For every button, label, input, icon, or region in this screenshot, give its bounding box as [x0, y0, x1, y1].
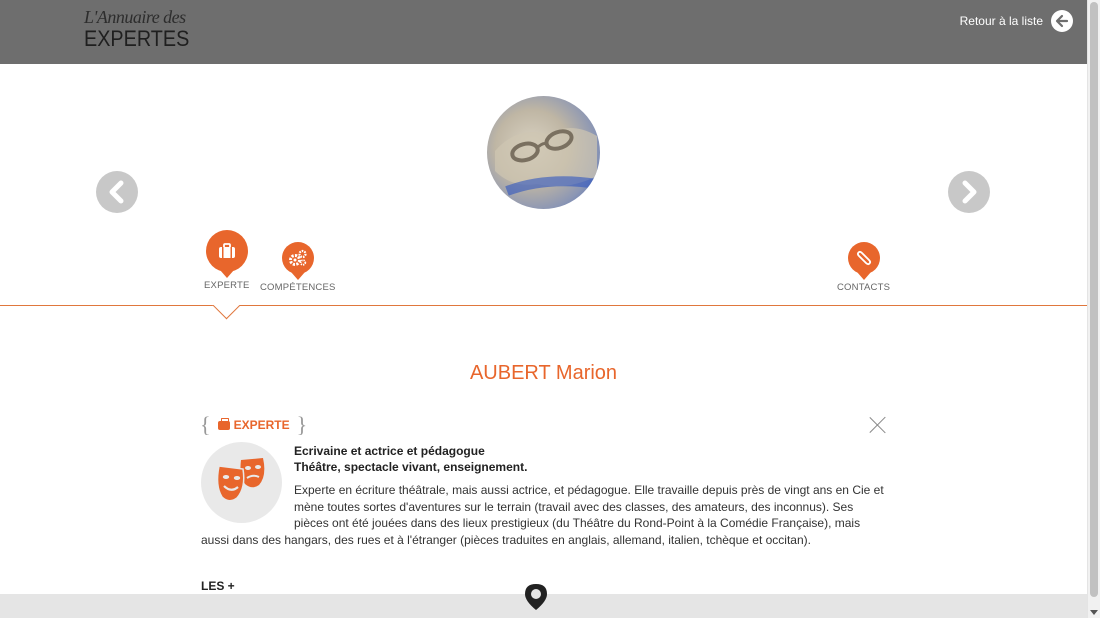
brace-left: { — [200, 412, 211, 437]
tab-experte[interactable]: EXPERTE — [204, 230, 250, 291]
tabs-divider — [0, 305, 1087, 306]
profile-photo — [487, 96, 600, 209]
tab-competences[interactable]: COMPÉTENCES — [260, 242, 336, 293]
previous-expert-button[interactable] — [96, 171, 138, 213]
les-plus-heading: LES + — [201, 579, 235, 593]
logo-line2: EXPERTES — [84, 26, 190, 51]
expert-description: Experte en écriture théâtrale, mais auss… — [201, 482, 887, 548]
next-expert-button[interactable] — [948, 171, 990, 213]
logo-line1: L'Annuaire des — [84, 7, 186, 27]
back-to-list-label: Retour à la liste — [959, 14, 1043, 28]
tab-contacts-label: CONTACTS — [837, 282, 891, 293]
site-logo[interactable]: L'Annuaire des EXPERTES — [84, 8, 201, 50]
scrollbar-thumb[interactable] — [1090, 2, 1098, 597]
brace-right: } — [296, 412, 308, 437]
chevron-right-icon — [962, 180, 977, 204]
role-domains: Théâtre, spectacle vivant, enseignement. — [294, 460, 528, 474]
expert-role: Ecrivaine et actrice et pédagogue Théâtr… — [294, 443, 527, 475]
section-header: { EXPERTE } — [200, 412, 307, 438]
site-header: L'Annuaire des EXPERTES Retour à la list… — [0, 0, 1087, 64]
scrollbar[interactable] — [1087, 0, 1100, 618]
tab-competences-label: COMPÉTENCES — [260, 282, 336, 293]
gears-icon — [281, 242, 314, 274]
chevron-left-icon — [109, 180, 124, 204]
section-title-label: EXPERTE — [233, 418, 290, 432]
tab-contacts[interactable]: CONTACTS — [837, 242, 890, 293]
section-title: EXPERTE — [217, 417, 290, 432]
description-line: pièces ont été jouées dans des lieux pre… — [294, 516, 861, 530]
arrow-left-circle-icon — [1051, 10, 1073, 32]
briefcase-icon — [217, 417, 230, 430]
close-button[interactable] — [869, 416, 886, 433]
description-line: aussi dans des hangars, des rues et à l'… — [201, 532, 811, 547]
active-tab-indicator — [212, 305, 240, 321]
briefcase-icon — [205, 230, 248, 272]
paperclip-icon — [847, 242, 880, 274]
scroll-down-arrow-icon[interactable] — [1090, 610, 1098, 615]
description-line: Experte en écriture théâtrale, mais auss… — [294, 483, 884, 497]
expert-name: AUBERT Marion — [469, 362, 618, 384]
description-line: mène toutes sortes d'aventures sur le te… — [294, 499, 854, 514]
back-to-list-link[interactable]: Retour à la liste — [960, 10, 1073, 32]
tab-experte-label: EXPERTE — [204, 280, 250, 291]
map-marker-icon[interactable] — [523, 583, 549, 611]
role-title: Ecrivaine et actrice et pédagogue — [294, 444, 485, 458]
